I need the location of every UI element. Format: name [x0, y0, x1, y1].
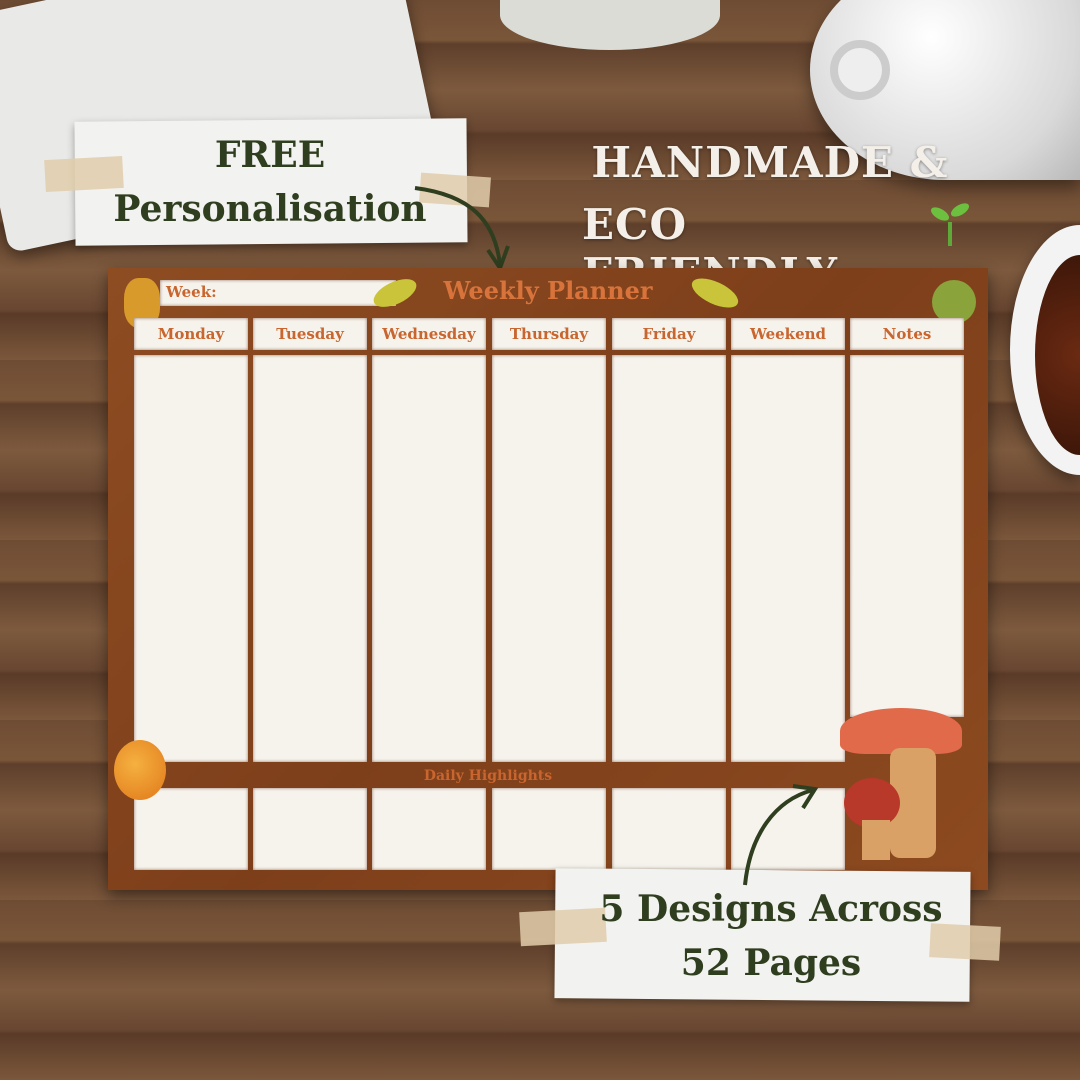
week-label: Week:	[166, 283, 217, 301]
column-header: Tuesday	[253, 318, 367, 350]
column-header: Thursday	[492, 318, 606, 350]
highlight-box[interactable]	[492, 788, 606, 870]
pumpkin-icon	[114, 740, 166, 800]
week-field[interactable]: Week:	[160, 280, 396, 306]
weekly-planner: Week: Weekly Planner Monday Tuesday Wedn…	[108, 268, 988, 890]
free-label: FREE	[214, 134, 326, 176]
column-header: Weekend	[731, 318, 845, 350]
column-header: Monday	[134, 318, 248, 350]
highlight-box[interactable]	[372, 788, 486, 870]
handmade-label: HANDMADE &	[591, 138, 949, 187]
day-box[interactable]	[134, 355, 248, 762]
day-box[interactable]	[492, 355, 606, 762]
plant-pot	[500, 0, 720, 50]
arrow-icon	[414, 186, 510, 273]
mushroom-icon	[840, 708, 964, 868]
daily-highlights-label: Daily Highlights	[423, 768, 553, 784]
leaf-icon	[687, 272, 743, 314]
day-box[interactable]	[372, 355, 486, 762]
column-header: Friday	[612, 318, 726, 350]
sprout-icon	[930, 203, 970, 246]
highlight-box[interactable]	[612, 788, 726, 870]
day-box[interactable]	[612, 355, 726, 762]
planner-title: Weekly Planner	[443, 276, 653, 305]
arrow-icon	[743, 784, 819, 886]
day-box[interactable]	[731, 355, 845, 762]
pages-label: 52 Pages	[680, 942, 862, 984]
day-box[interactable]	[850, 355, 964, 717]
column-header: Wednesday	[372, 318, 486, 350]
highlight-box[interactable]	[253, 788, 367, 870]
personalisation-label: Personalisation	[113, 188, 427, 230]
column-header: Notes	[850, 318, 964, 350]
highlight-box[interactable]	[134, 788, 248, 870]
designs-label: 5 Designs Across	[599, 888, 943, 930]
day-box[interactable]	[253, 355, 367, 762]
teapot-spout	[830, 40, 890, 100]
